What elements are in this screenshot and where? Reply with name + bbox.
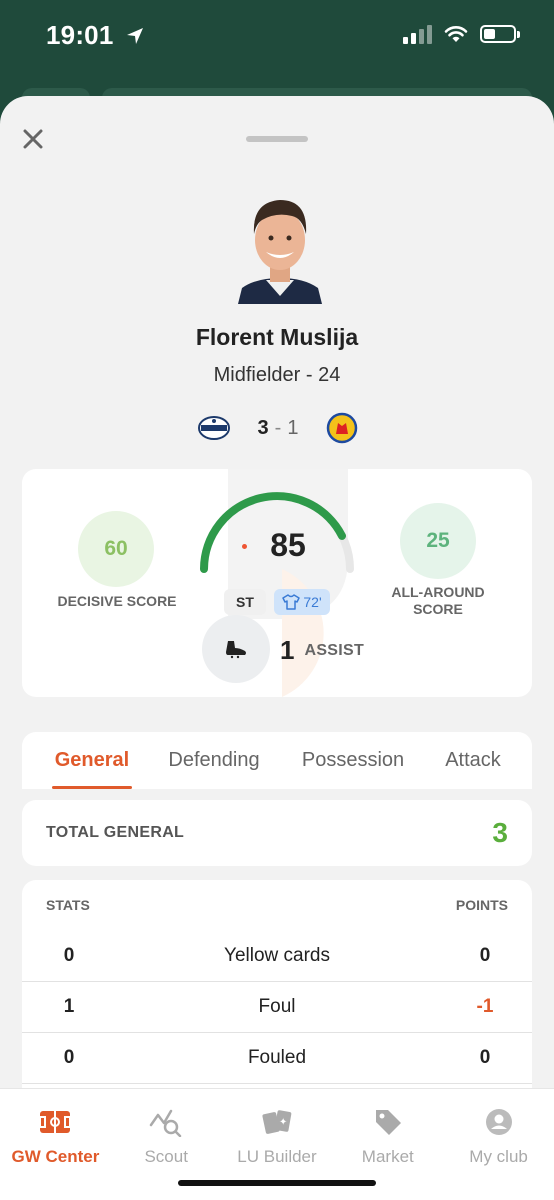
- score-card: 60 DECISIVE SCORE 85 ST 72' 1 ASSIST 25 …: [22, 469, 532, 697]
- pitch-icon: [38, 1105, 72, 1139]
- points-column-header: POINTS: [455, 897, 508, 913]
- away-score: 1: [287, 416, 299, 439]
- close-icon: [23, 129, 43, 149]
- stat-value: 0: [63, 1047, 75, 1068]
- assist-count: 1: [280, 634, 295, 665]
- stat-points: -1: [476, 996, 494, 1017]
- tab-attack[interactable]: Attack: [438, 732, 508, 789]
- player-position-age: Midfielder - 24: [213, 364, 341, 386]
- player-detail-sheet: Florent Muslija Midfielder - 24 3-1 60 D…: [0, 96, 554, 1200]
- total-score-value: 85: [270, 527, 306, 563]
- status-time: 19:01: [46, 20, 145, 51]
- shirt-icon: [282, 594, 301, 610]
- nav-gw-center[interactable]: GW Center: [0, 1089, 111, 1200]
- decisive-score-value: 60: [78, 511, 154, 587]
- boot-icon: [202, 615, 270, 683]
- braunschweig-badge-icon: [326, 412, 358, 444]
- assist-row: 1 ASSIST: [202, 615, 365, 683]
- user-icon: [482, 1105, 516, 1139]
- match-result[interactable]: 3-1: [198, 408, 358, 448]
- nav-label: GW Center: [11, 1147, 100, 1166]
- battery-icon: [480, 25, 520, 43]
- close-button[interactable]: [18, 124, 48, 154]
- tab-defending[interactable]: Defending: [162, 732, 266, 789]
- stat-value: 1: [63, 996, 75, 1017]
- tab-possession[interactable]: Possession: [296, 732, 410, 789]
- player-name: Florent Muslija: [195, 324, 359, 350]
- all-around-score-value: 25: [400, 503, 476, 579]
- table-row: 1 Foul -1: [22, 981, 532, 1032]
- nav-label: Market: [361, 1147, 414, 1166]
- wifi-icon: [444, 26, 468, 42]
- stat-name: Yellow cards: [224, 944, 330, 966]
- home-score: 3: [257, 416, 269, 439]
- score-indicator-dot: [242, 544, 247, 549]
- total-general-label: TOTAL GENERAL: [46, 824, 185, 841]
- stat-value: 0: [63, 944, 75, 966]
- stats-column-header: STATS: [46, 897, 90, 913]
- stats-table: STATS POINTS 0 Yellow cards 0 1 Foul -1 …: [22, 880, 532, 1120]
- status-icons: [403, 24, 520, 44]
- scout-search-icon: [149, 1105, 183, 1139]
- player-avatar: [236, 192, 324, 304]
- tab-general[interactable]: General: [52, 732, 132, 789]
- table-row: 0 Fouled 0: [22, 1032, 532, 1083]
- sheet-grabber[interactable]: [246, 136, 308, 142]
- minutes-played: 72': [303, 594, 322, 610]
- stat-name: Foul: [258, 996, 296, 1017]
- total-general-row: TOTAL GENERAL 3: [22, 800, 532, 866]
- stat-points: 0: [479, 1047, 491, 1068]
- paderborn-badge-icon: [198, 416, 230, 440]
- nav-label: LU Builder: [237, 1147, 317, 1166]
- stat-name: Fouled: [247, 1047, 307, 1068]
- stats-table-header: STATS POINTS: [22, 880, 532, 930]
- status-bar: 19:01: [0, 0, 554, 80]
- total-general-value: 3: [492, 817, 508, 848]
- position-chip: ST: [224, 589, 266, 615]
- status-time-text: 19:01: [46, 20, 114, 50]
- assist-label: ASSIST: [304, 642, 365, 659]
- cell-signal-icon: [403, 24, 432, 44]
- nav-label: My club: [469, 1147, 528, 1166]
- decisive-score-label: DECISIVE SCORE: [57, 593, 177, 609]
- nav-my-club[interactable]: My club: [443, 1089, 554, 1200]
- table-row: 0 Yellow cards 0: [22, 930, 532, 981]
- home-indicator: [178, 1180, 376, 1186]
- score-separator: -: [274, 416, 282, 439]
- svg-text:✦: ✦: [279, 1117, 287, 1128]
- tag-icon: [371, 1105, 405, 1139]
- stat-points: 0: [479, 944, 491, 966]
- nav-label: Scout: [144, 1147, 188, 1166]
- location-arrow-icon: [126, 28, 143, 44]
- match-score: 3-1: [230, 417, 326, 440]
- stats-tabs: General Defending Possession Attack: [22, 732, 532, 789]
- all-around-score-label: ALL-AROUND SCORE: [391, 584, 485, 617]
- cards-icon: ✦: [260, 1105, 294, 1139]
- minutes-played-chip: 72': [274, 589, 330, 615]
